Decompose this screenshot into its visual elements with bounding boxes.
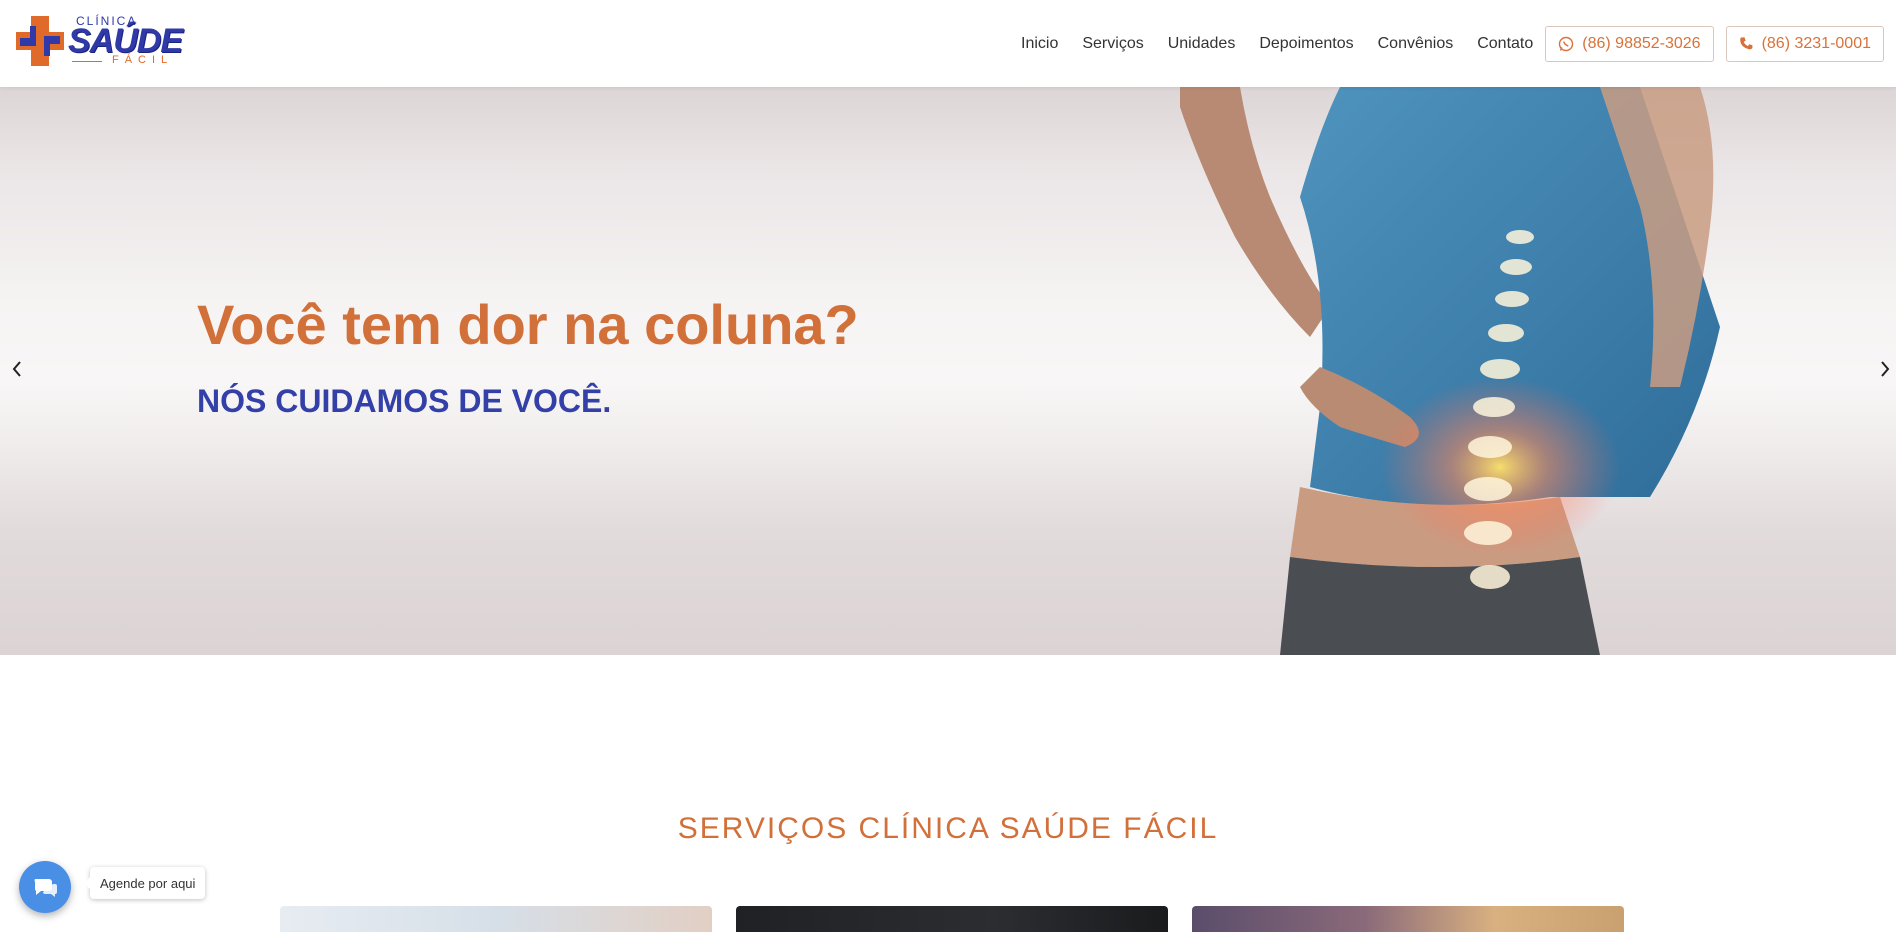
hero-subtitle: NÓS CUIDAMOS DE VOCÊ.: [197, 383, 612, 419]
logo-cross-icon: [16, 16, 64, 66]
chevron-right-icon: [1881, 361, 1890, 377]
phone-button[interactable]: (86) 3231-0001: [1725, 25, 1884, 62]
slider-prev-button[interactable]: [10, 357, 24, 385]
whatsapp-icon: [1559, 36, 1574, 51]
service-card-2[interactable]: [736, 906, 1168, 932]
clinic-logo[interactable]: CLÍNICA SAÚDE FÁCIL: [16, 12, 212, 72]
chat-tooltip[interactable]: Agende por aqui: [83, 867, 206, 899]
hero-title: Você tem dor na coluna?: [197, 293, 859, 356]
site-header: CLÍNICA SAÚDE FÁCIL Inicio Serviços Unid…: [0, 0, 1896, 87]
phone-number: (86) 3231-0001: [1761, 34, 1871, 52]
chat-button[interactable]: [19, 861, 71, 913]
service-card-3[interactable]: [1192, 906, 1624, 932]
chevron-left-icon: [12, 361, 21, 377]
service-card-1[interactable]: [280, 906, 712, 932]
nav-depoimentos[interactable]: Depoimentos: [1259, 35, 1353, 53]
slider-next-button[interactable]: [1878, 357, 1892, 385]
whatsapp-button[interactable]: (86) 98852-3026: [1545, 25, 1714, 62]
logo-sub-text: FÁCIL: [112, 54, 174, 66]
logo-divider: [72, 61, 102, 62]
nav-servicos[interactable]: Serviços: [1082, 35, 1143, 53]
hero-back-pain-image: [1180, 87, 1720, 655]
nav-contato[interactable]: Contato: [1477, 35, 1533, 53]
nav-unidades[interactable]: Unidades: [1168, 35, 1236, 53]
nav-inicio[interactable]: Inicio: [1021, 35, 1058, 53]
chat-icon: [34, 879, 57, 897]
services-section-title: SERVIÇOS CLÍNICA SAÚDE FÁCIL: [677, 812, 1219, 845]
whatsapp-number: (86) 98852-3026: [1582, 34, 1701, 52]
hero-slider: Você tem dor na coluna? NÓS CUIDAMOS DE …: [0, 87, 1896, 655]
main-nav: Inicio Serviços Unidades Depoimentos Con…: [1021, 0, 1896, 87]
phone-icon: [1739, 37, 1752, 50]
nav-convenios[interactable]: Convênios: [1378, 35, 1454, 53]
